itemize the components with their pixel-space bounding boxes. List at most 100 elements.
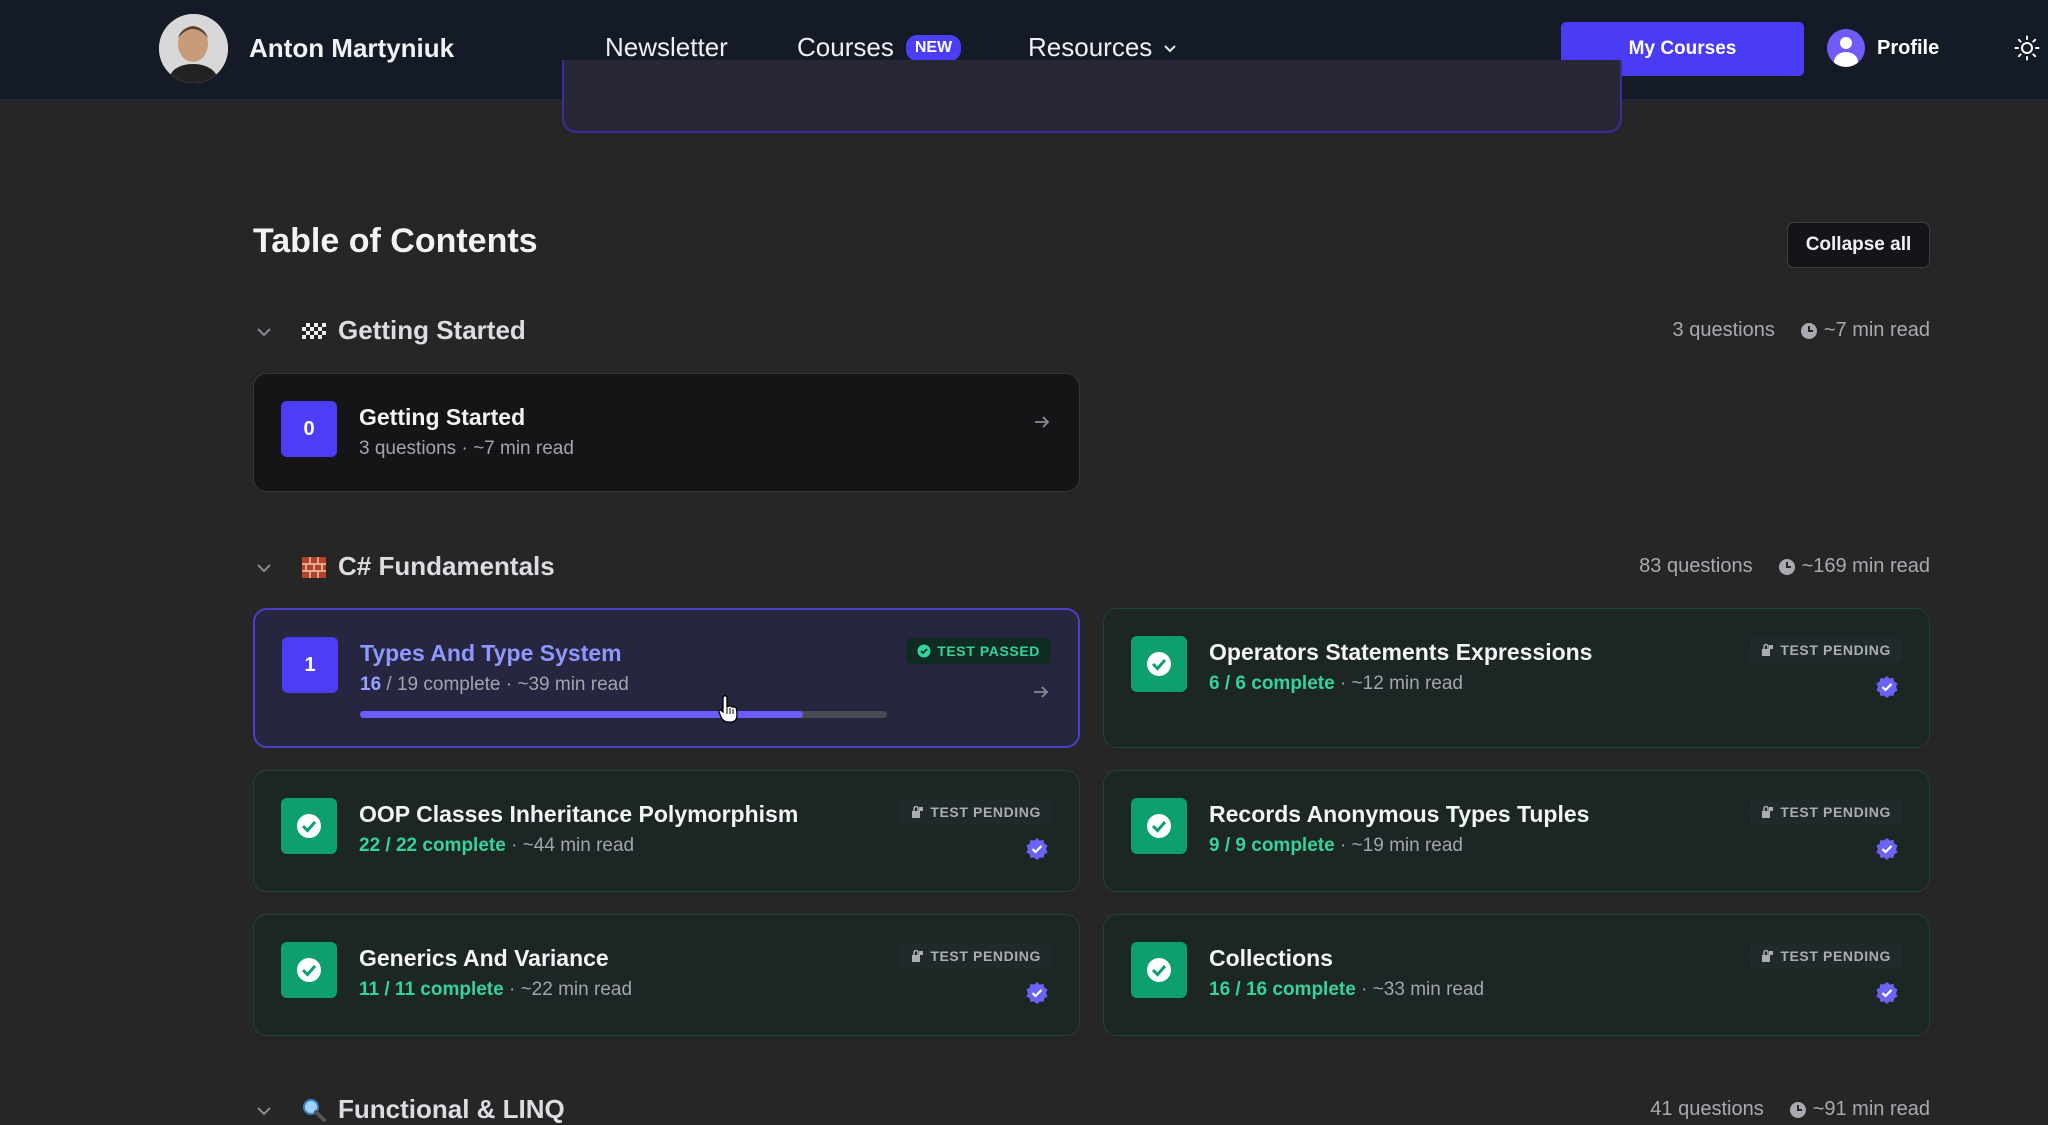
lesson-completed-count: 9 / 9 complete (1209, 835, 1335, 856)
collapse-all-button[interactable]: Collapse all (1787, 222, 1930, 268)
verified-icon (1876, 838, 1898, 860)
nav-courses[interactable]: Courses NEW (797, 32, 962, 63)
lesson-title: Collections (1209, 945, 1333, 971)
lesson-progress-text: 22 / 22 complete · ~44 min read (359, 835, 634, 857)
nav-resources-label: Resources (1028, 32, 1153, 62)
profile-label: Profile (1877, 36, 1940, 59)
section-getting-started[interactable]: Getting Started 3 questions ~7 min read (253, 311, 1930, 351)
verified-icon (1026, 838, 1048, 860)
lesson-card-collections[interactable]: Collections 16 / 16 complete · ~33 min r… (1103, 914, 1930, 1036)
course-summary-card (562, 60, 1622, 133)
test-status-badge: TEST PENDING (1749, 637, 1902, 663)
sun-icon[interactable] (2014, 35, 2040, 61)
clock-icon (1800, 322, 1817, 339)
check-badge-icon (281, 942, 337, 998)
lock-icon (1762, 805, 1774, 818)
arrow-right-icon (1035, 416, 1050, 428)
arrow-right-icon (1034, 686, 1049, 698)
nav-resources[interactable]: Resources (1028, 32, 1178, 63)
section-read-time: ~91 min read (1812, 1098, 1930, 1120)
test-status-badge: TEST PASSED (906, 638, 1051, 664)
new-badge: NEW (905, 34, 962, 61)
chevron-down-icon[interactable] (253, 1100, 275, 1122)
lesson-title: Getting Started (359, 404, 526, 430)
section-title: Functional & LINQ (338, 1094, 565, 1124)
brick-icon (302, 557, 326, 578)
lesson-card-operators[interactable]: Operators Statements Expressions 6 / 6 c… (1103, 608, 1930, 748)
test-status-badge: TEST PENDING (1749, 799, 1902, 825)
lock-icon (912, 949, 924, 962)
section-meta: 83 questions ~169 min read (1639, 555, 1930, 578)
section-meta: 3 questions ~7 min read (1673, 319, 1930, 342)
section-read-time: ~7 min read (1823, 319, 1930, 341)
clock-icon (1778, 558, 1795, 575)
chevron-down-icon[interactable] (253, 557, 275, 579)
lesson-progress-text: 9 / 9 complete · ~19 min read (1209, 835, 1463, 857)
lesson-total: / 19 complete (381, 674, 501, 695)
test-status-label: TEST PASSED (937, 643, 1040, 659)
nav-courses-label: Courses (797, 32, 894, 62)
section-csharp-fundamentals[interactable]: C# Fundamentals 83 questions ~169 min re… (253, 547, 1930, 587)
check-badge-icon (1131, 942, 1187, 998)
lesson-title: Generics And Variance (359, 945, 609, 971)
lesson-title: Types And Type System (360, 640, 622, 666)
lesson-completed-count: 16 / 16 complete (1209, 979, 1356, 1000)
check-badge-icon (281, 798, 337, 854)
chevron-down-icon[interactable] (253, 321, 275, 343)
lesson-progress-text: 16 / 19 complete · ~39 min read (360, 674, 629, 696)
test-status-badge: TEST PENDING (899, 943, 1052, 969)
lesson-read-time: · ~12 min read (1334, 673, 1463, 694)
section-question-count: 3 questions (1672, 319, 1775, 341)
lesson-card-getting-started[interactable]: 0 Getting Started 3 questions · ~7 min r… (253, 373, 1080, 492)
lesson-read-time: · ~19 min read (1334, 835, 1463, 856)
verified-icon (1876, 982, 1898, 1004)
section-question-count: 83 questions (1639, 555, 1753, 577)
test-status-label: TEST PENDING (930, 948, 1041, 964)
check-badge-icon (1131, 798, 1187, 854)
lesson-progress-bar (360, 711, 887, 718)
section-title: Getting Started (338, 315, 526, 345)
lesson-read-time: · ~33 min read (1355, 979, 1485, 1000)
lesson-card-generics[interactable]: Generics And Variance 11 / 11 complete ·… (253, 914, 1080, 1036)
nav-newsletter[interactable]: Newsletter (605, 32, 728, 63)
verified-icon (1876, 676, 1898, 698)
section-read-time: ~169 min read (1801, 555, 1930, 577)
section-functional-linq[interactable]: Functional & LINQ 41 questions ~91 min r… (253, 1090, 1930, 1125)
verified-icon (1026, 982, 1048, 1004)
profile-link[interactable]: Profile (1827, 29, 1939, 67)
lesson-read-time: · ~22 min read (503, 979, 633, 1000)
lesson-card-records[interactable]: Records Anonymous Types Tuples 9 / 9 com… (1103, 770, 1930, 892)
chevron-down-icon (1164, 44, 1176, 52)
lesson-title: Operators Statements Expressions (1209, 639, 1593, 665)
lesson-completed-count: 11 / 11 complete (359, 979, 504, 1000)
lesson-title: Records Anonymous Types Tuples (1209, 801, 1590, 827)
check-badge-icon (1131, 636, 1187, 692)
toc-title: Table of Contents (253, 222, 538, 260)
magnifier-icon (303, 1099, 326, 1122)
brand-name: Anton Martyniuk (249, 33, 455, 63)
lesson-completed-count: 22 / 22 complete (359, 835, 506, 856)
section-meta: 41 questions ~91 min read (1650, 1098, 1930, 1121)
test-status-label: TEST PENDING (1780, 804, 1891, 820)
lesson-progress-text: 11 / 11 complete · ~22 min read (359, 979, 632, 1001)
lesson-title: OOP Classes Inheritance Polymorphism (359, 801, 799, 827)
hand-cursor-icon (718, 695, 738, 723)
brand[interactable]: Anton Martyniuk (159, 14, 454, 83)
lock-icon (912, 805, 924, 818)
user-icon (1827, 29, 1865, 67)
lesson-completed-count: 6 / 6 complete (1209, 673, 1335, 694)
lesson-number: 1 (282, 637, 338, 693)
avatar (159, 14, 228, 83)
test-status-badge: TEST PENDING (1749, 943, 1902, 969)
lesson-card-types[interactable]: 1 Types And Type System 16 / 19 complete… (253, 608, 1080, 748)
clock-icon (1789, 1101, 1806, 1118)
lesson-progress-text: 16 / 16 complete · ~33 min read (1209, 979, 1484, 1001)
lesson-progress-text: 6 / 6 complete · ~12 min read (1209, 673, 1463, 695)
check-circle-icon (917, 644, 931, 658)
nav-newsletter-label: Newsletter (605, 32, 728, 62)
lesson-completed-count: 16 (360, 674, 382, 695)
test-status-label: TEST PENDING (1780, 948, 1891, 964)
checkered-flag-icon (302, 323, 326, 339)
lesson-card-oop[interactable]: OOP Classes Inheritance Polymorphism 22 … (253, 770, 1080, 892)
lesson-read-time: · ~44 min read (505, 835, 635, 856)
